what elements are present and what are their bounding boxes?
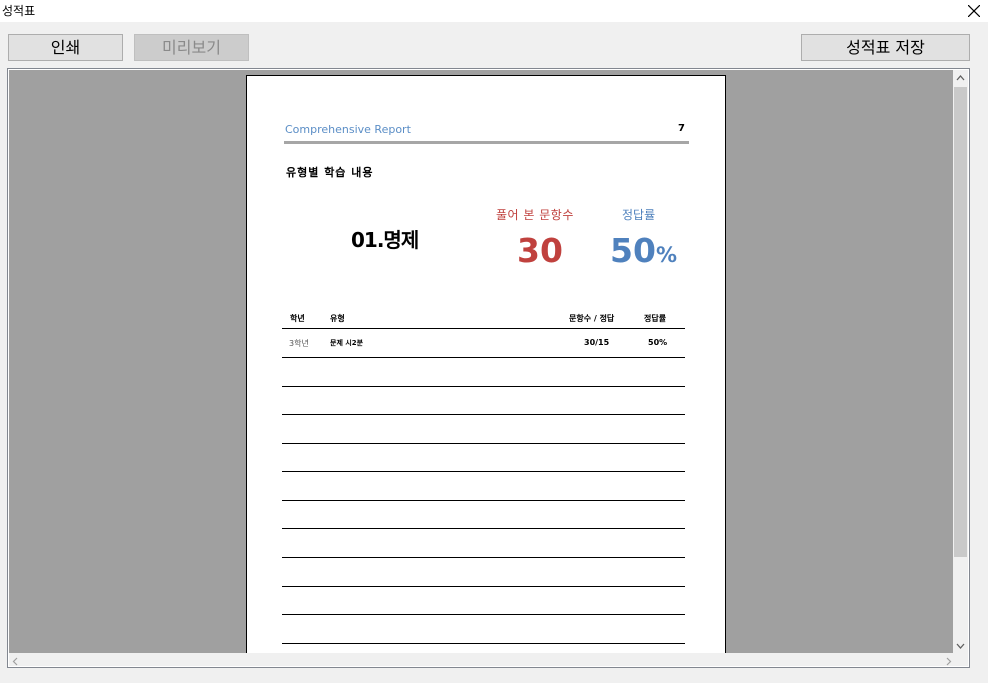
vertical-scroll-thumb[interactable]: [954, 87, 967, 557]
scrollbar-corner: [953, 653, 968, 666]
chevron-up-icon: [956, 75, 965, 81]
header-divider: [284, 141, 689, 144]
chevron-left-icon: [12, 657, 18, 666]
column-header-type: 유형: [330, 314, 345, 323]
close-button[interactable]: [964, 0, 984, 22]
table-row-divider: [282, 528, 685, 529]
column-header-grade: 학년: [290, 314, 305, 323]
table-row-divider: [282, 386, 685, 387]
table-row-divider: [282, 614, 685, 615]
report-page: Comprehensive Report 7 유형별 학습 내용 01.명제 풀…: [246, 75, 726, 654]
table-row-divider: [282, 443, 685, 444]
preview-button[interactable]: 미리보기: [134, 34, 249, 61]
table-row-divider: [282, 586, 685, 587]
scroll-down-button[interactable]: [953, 637, 968, 654]
report-header-title: Comprehensive Report: [285, 123, 411, 136]
vertical-scrollbar[interactable]: [953, 70, 968, 654]
scroll-left-button[interactable]: [9, 653, 22, 666]
scroll-up-button[interactable]: [953, 70, 968, 87]
unit-name: 01.명제: [351, 228, 419, 252]
table-row-divider: [282, 643, 685, 644]
save-report-button[interactable]: 성적표 저장: [801, 34, 970, 61]
window-title: 성적표: [2, 4, 36, 18]
solved-count-label: 풀어 본 문항수: [496, 208, 574, 222]
table-row-divider: [282, 500, 685, 501]
horizontal-scrollbar[interactable]: [9, 653, 955, 666]
column-header-count: 문항수 / 정답: [569, 314, 615, 323]
table-header-divider: [282, 328, 685, 329]
correct-rate-unit: %: [655, 243, 677, 267]
column-header-rate: 정답률: [644, 314, 667, 323]
page-number: 7: [678, 123, 685, 134]
close-icon: [968, 5, 980, 17]
table-row-divider: [282, 471, 685, 472]
correct-rate-label: 정답률: [622, 208, 656, 222]
section-title: 유형별 학습 내용: [286, 166, 374, 179]
title-bar: 성적표: [0, 0, 988, 22]
solved-count-value: 30: [517, 231, 563, 270]
table-row-divider: [282, 557, 685, 558]
table-cell-type: 문제 시2분: [330, 339, 364, 347]
table-cell-rate: 50%: [648, 338, 668, 347]
correct-rate-value: 50%: [610, 231, 677, 270]
table-cell-count: 30/15: [584, 338, 610, 347]
table-row-divider: [282, 414, 685, 415]
report-viewer: Comprehensive Report 7 유형별 학습 내용 01.명제 풀…: [7, 68, 970, 668]
table-row-divider: [282, 357, 685, 358]
print-button[interactable]: 인쇄: [8, 34, 123, 61]
correct-rate-number: 50: [610, 231, 656, 270]
chevron-down-icon: [956, 643, 965, 649]
preview-area: Comprehensive Report 7 유형별 학습 내용 01.명제 풀…: [9, 70, 955, 654]
table-cell-grade: 3학년: [289, 339, 309, 348]
